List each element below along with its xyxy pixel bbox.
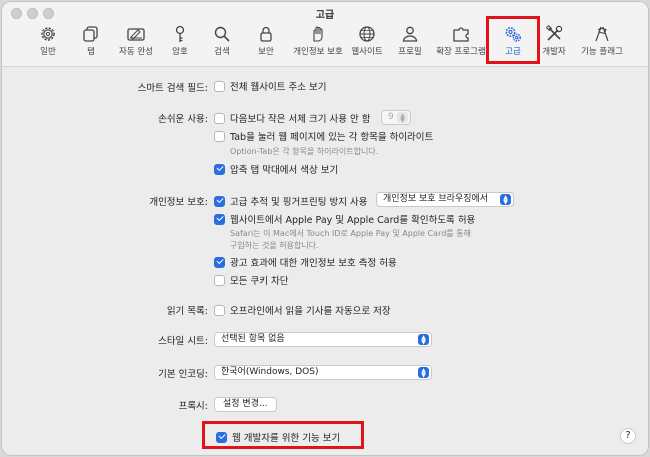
tab-highlight-row[interactable]: Tab을 눌러 웹 페이지에 있는 각 항목을 하이라이트 [214, 129, 433, 143]
chevron-updown-icon: ▲ ▼ [500, 194, 511, 205]
globe-icon [359, 26, 375, 42]
encoding-select[interactable]: 한국어(Windows, DOS) ▲ ▼ [214, 365, 432, 380]
gear-icon [41, 27, 55, 41]
tab-websites[interactable]: 웹사이트 [350, 24, 384, 60]
advanced-settings-pane: 스마트 검색 필드: 전체 웹사이트 주소 보기 손쉬운 사용: 다음보다 작은… [2, 67, 648, 455]
window-title: 고급 [315, 10, 335, 21]
tab-label: 탭 [87, 47, 95, 57]
min-font-text: 다음보다 작은 서체 크기 사용 안 함 [230, 114, 371, 125]
change-proxy-settings-button[interactable]: 설정 변경... [214, 397, 277, 412]
apple-pay-text: 웹사이트에서 Apple Pay 및 Apple Card를 확인하도록 허용 [230, 215, 476, 226]
tab-label: 확장 프로그램 [436, 47, 486, 57]
show-full-address-checkbox[interactable] [214, 80, 225, 92]
flags-icon [595, 26, 609, 42]
tab-privacy[interactable]: 개인정보 보호 [291, 24, 345, 60]
ad-measurement-checkbox[interactable] [214, 256, 225, 268]
advanced-tracking-checkbox[interactable] [214, 195, 225, 207]
apple-pay-hint: Safari는 이 Mac에서 Touch ID로 Apple Pay 및 Ap… [230, 228, 471, 252]
tab-highlight-checkbox[interactable] [214, 130, 225, 142]
offline-reading-row[interactable]: 오프라인에서 읽을 기사를 자동으로 저장 [214, 303, 391, 317]
key-icon [175, 25, 185, 42]
advanced-tracking-row[interactable]: 고급 추적 및 핑거프린팅 방지 사용 [214, 194, 367, 208]
puzzle-icon [453, 27, 469, 42]
advanced-tracking-text: 고급 추적 및 핑거프린팅 방지 사용 [230, 197, 368, 208]
block-cookies-checkbox[interactable] [214, 274, 225, 286]
tab-extensions[interactable]: 확장 프로그램 [434, 24, 488, 60]
tracking-scope-select[interactable]: 개인정보 보호 브라우징에서 ▲ ▼ [376, 192, 514, 207]
block-cookies-row[interactable]: 모든 쿠키 차단 [214, 273, 288, 287]
compact-tab-color-row[interactable]: 압축 탭 막대에서 색상 보기 [214, 162, 338, 176]
tab-general[interactable]: 일반 [35, 24, 61, 60]
tab-search[interactable]: 검색 [210, 24, 234, 60]
style-sheet-select[interactable]: 선택된 항목 없음 ▲ ▼ [214, 332, 432, 347]
tab-passwords[interactable]: 암호 [168, 24, 192, 60]
person-icon [402, 26, 418, 42]
show-full-address-row[interactable]: 전체 웹사이트 주소 보기 [214, 79, 326, 93]
proxy-label: 프록시: [178, 401, 208, 412]
tab-label: 검색 [214, 47, 230, 57]
ad-measurement-row[interactable]: 광고 효과에 대한 개인정보 보호 측정 허용 [214, 255, 397, 269]
ad-measurement-text: 광고 효과에 대한 개인정보 보호 측정 허용 [230, 258, 397, 269]
min-font-checkbox[interactable] [214, 112, 225, 124]
lock-icon [260, 26, 272, 42]
settings-toolbar: 일반 탭 자동 완성 암호 검색 보안 개인정보 보호 웹사이트 프로필 확장 … [2, 22, 648, 62]
advanced-tab-highlight [486, 16, 540, 64]
chevron-updown-icon: ▲ ▼ [418, 367, 429, 378]
tracking-scope-value: 개인정보 보호 브라우징에서 [383, 194, 489, 204]
accessibility-label: 손쉬운 사용: [158, 114, 208, 125]
compact-tab-color-text: 압축 탭 막대에서 색상 보기 [230, 165, 339, 176]
developer-option-highlight [202, 421, 364, 449]
tab-profiles[interactable]: 프로필 [396, 24, 424, 60]
tab-security[interactable]: 보안 [254, 24, 278, 60]
min-font-row[interactable]: 다음보다 작은 서체 크기 사용 안 함 [214, 111, 370, 125]
titlebar: 고급 일반 탭 자동 완성 암호 검색 보안 개인정보 보호 웹사이트 프로필 … [2, 2, 648, 67]
safari-settings-window: 고급 일반 탭 자동 완성 암호 검색 보안 개인정보 보호 웹사이트 프로필 … [1, 1, 649, 456]
apple-pay-checkbox[interactable] [214, 213, 225, 225]
tools-icon [545, 24, 563, 41]
tab-label: 개인정보 보호 [293, 47, 343, 57]
tab-highlight-text: Tab을 눌러 웹 페이지에 있는 각 항목을 하이라이트 [230, 132, 434, 143]
block-cookies-text: 모든 쿠키 차단 [230, 276, 289, 287]
tab-developer[interactable]: 개발자 [540, 24, 568, 60]
autofill-icon [127, 28, 145, 41]
tab-label: 개발자 [542, 47, 566, 57]
tab-highlight-hint: Option-Tab은 각 항목을 하이라이트합니다. [230, 147, 379, 156]
chevron-updown-icon: ▲ ▼ [418, 334, 429, 345]
tab-label: 기능 플래그 [581, 47, 623, 57]
show-full-address-text: 전체 웹사이트 주소 보기 [230, 82, 327, 93]
tab-label: 웹사이트 [351, 47, 383, 57]
tab-tabs[interactable]: 탭 [81, 24, 101, 60]
encoding-label: 기본 인코딩: [158, 369, 208, 380]
search-icon [214, 26, 230, 42]
apple-pay-hint-line-2: 구입하는 것을 허용합니다. [230, 241, 319, 250]
apple-pay-row[interactable]: 웹사이트에서 Apple Pay 및 Apple Card를 확인하도록 허용 [214, 212, 475, 226]
style-sheet-label: 스타일 시트: [158, 336, 208, 347]
privacy-label: 개인정보 보호: [149, 197, 208, 208]
tab-label: 보안 [258, 47, 274, 57]
tab-label: 암호 [172, 47, 188, 57]
tab-label: 자동 완성 [119, 47, 153, 57]
compact-tab-color-checkbox[interactable] [214, 163, 225, 175]
chevron-updown-icon: ▲ ▼ [397, 112, 408, 123]
tab-feature-flags[interactable]: 기능 플래그 [580, 24, 624, 60]
min-font-size-select[interactable]: 9 ▲ ▼ [381, 110, 411, 125]
apple-pay-hint-line-1: Safari는 이 Mac에서 Touch ID로 Apple Pay 및 Ap… [230, 229, 471, 238]
help-button[interactable]: ? [620, 428, 636, 444]
tabs-icon [83, 26, 98, 42]
smart-search-label: 스마트 검색 필드: [137, 83, 208, 94]
hand-icon [313, 26, 323, 42]
offline-reading-checkbox[interactable] [214, 304, 225, 316]
tab-autofill[interactable]: 자동 완성 [116, 24, 156, 60]
tab-label: 프로필 [398, 47, 422, 57]
tab-label: 일반 [40, 47, 56, 57]
reading-list-label: 읽기 목록: [166, 306, 208, 317]
style-sheet-value: 선택된 항목 없음 [221, 334, 285, 344]
offline-reading-text: 오프라인에서 읽을 기사를 자동으로 저장 [230, 306, 391, 317]
encoding-value: 한국어(Windows, DOS) [221, 367, 319, 377]
min-font-size-value: 9 [388, 112, 394, 122]
